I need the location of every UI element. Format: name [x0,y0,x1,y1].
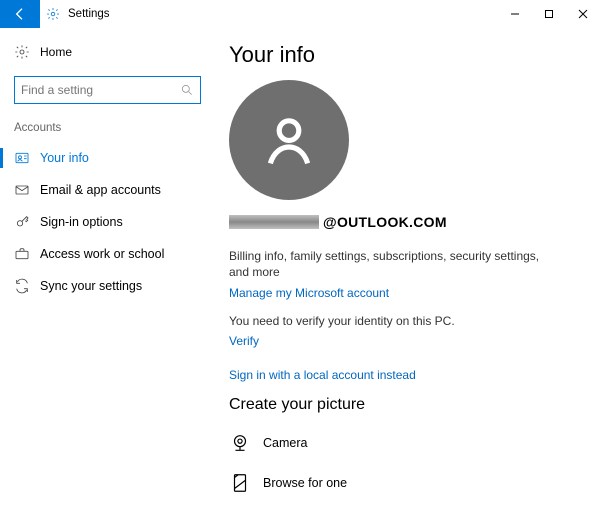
minimize-button[interactable] [498,0,532,28]
profile-avatar [229,80,349,200]
verify-description: You need to verify your identity on this… [229,314,580,328]
main-panel: Your info @OUTLOOK.COM Billing info, fam… [215,28,600,516]
browse-label: Browse for one [251,476,347,490]
home-button[interactable]: Home [0,36,215,68]
sidebar-item-label: Your info [30,151,89,165]
verify-link[interactable]: Verify [229,334,259,348]
home-label: Home [30,45,72,59]
search-icon [180,83,194,100]
section-header: Accounts [0,116,215,142]
close-button[interactable] [566,0,600,28]
window-title: Settings [66,0,110,28]
account-email-row: @OUTLOOK.COM [229,214,580,230]
maximize-button[interactable] [532,0,566,28]
manage-account-link[interactable]: Manage my Microsoft account [229,286,389,300]
camera-label: Camera [251,436,307,450]
sidebar-item-label: Access work or school [30,247,164,261]
picture-heading: Create your picture [229,396,580,414]
sidebar-item-label: Sync your settings [30,279,142,293]
search-input[interactable] [15,83,200,97]
page-title: Your info [229,42,580,68]
back-button[interactable] [0,0,40,28]
sidebar-item-work[interactable]: Access work or school [0,238,215,270]
sidebar-item-your-info[interactable]: Your info [0,142,215,174]
redacted-username [229,215,319,229]
billing-description: Billing info, family settings, subscript… [229,248,559,280]
sidebar-item-label: Email & app accounts [30,183,161,197]
account-email-domain: @OUTLOOK.COM [323,214,447,230]
sidebar-item-sync[interactable]: Sync your settings [0,270,215,302]
sidebar-item-label: Sign-in options [30,215,123,229]
search-box[interactable] [14,76,201,104]
titlebar: Settings [0,0,600,28]
browse-option[interactable]: Browse for one [229,468,580,508]
local-account-link[interactable]: Sign in with a local account instead [229,368,580,382]
camera-option[interactable]: Camera [229,428,580,468]
settings-app-icon [40,0,66,28]
sidebar: Home Accounts Your info Email & app acco… [0,28,215,516]
sidebar-item-email[interactable]: Email & app accounts [0,174,215,206]
sidebar-item-signin[interactable]: Sign-in options [0,206,215,238]
